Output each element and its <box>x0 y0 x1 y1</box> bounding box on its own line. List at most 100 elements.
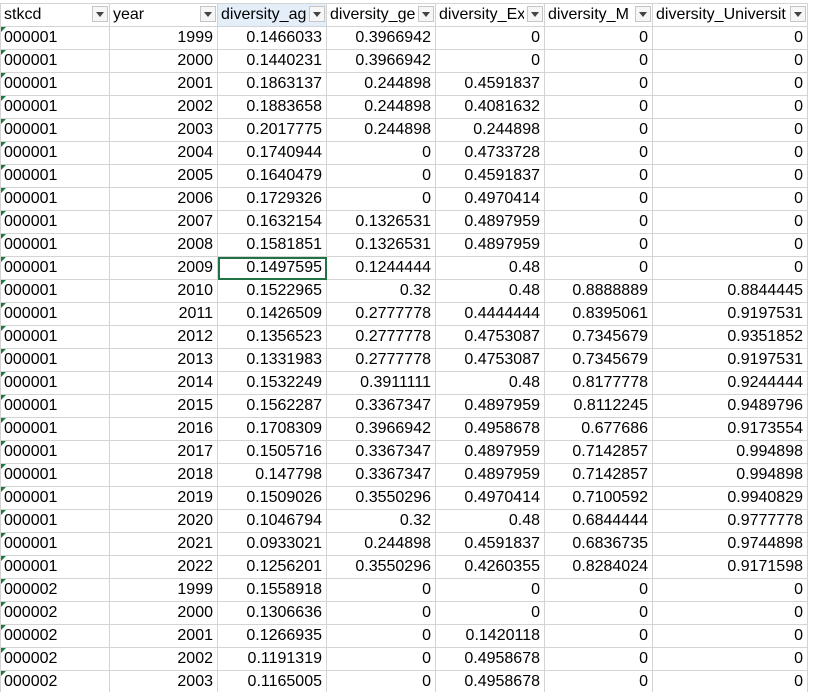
table-cell[interactable]: 0.8395061 <box>544 302 653 326</box>
table-cell[interactable]: 0.147798 <box>217 463 327 487</box>
table-cell[interactable]: 0.244898 <box>326 72 436 96</box>
table-cell[interactable]: 0 <box>435 49 545 73</box>
filter-dropdown-button[interactable] <box>309 6 325 22</box>
table-cell[interactable]: 0.8177778 <box>544 371 653 395</box>
table-cell[interactable]: 2016 <box>109 417 218 441</box>
column-header[interactable]: diversity_ag <box>217 3 327 27</box>
table-cell[interactable]: 000001 <box>0 95 110 119</box>
table-cell[interactable]: 0.1266935 <box>217 624 327 648</box>
table-cell[interactable]: 0.8284024 <box>544 555 653 579</box>
table-cell[interactable]: 0.2777778 <box>326 302 436 326</box>
table-cell[interactable]: 0.1331983 <box>217 348 327 372</box>
table-cell[interactable]: 0.1466033 <box>217 26 327 50</box>
table-cell[interactable]: 0.2777778 <box>326 325 436 349</box>
table-cell[interactable]: 000001 <box>0 279 110 303</box>
table-cell[interactable]: 0.6844444 <box>544 509 653 533</box>
table-cell[interactable]: 000002 <box>0 647 110 671</box>
column-header[interactable]: stkcd <box>0 3 110 27</box>
table-cell[interactable]: 0.8888889 <box>544 279 653 303</box>
filter-dropdown-button[interactable] <box>527 6 543 22</box>
table-cell[interactable]: 0.1708309 <box>217 417 327 441</box>
table-cell[interactable]: 0 <box>435 26 545 50</box>
table-cell[interactable]: 000001 <box>0 49 110 73</box>
column-header[interactable]: diversity_ge <box>326 3 436 27</box>
table-cell[interactable]: 0.677686 <box>544 417 653 441</box>
table-cell[interactable]: 0 <box>544 26 653 50</box>
table-cell[interactable]: 0.0933021 <box>217 532 327 556</box>
table-cell[interactable]: 0.244898 <box>326 532 436 556</box>
table-cell[interactable]: 0 <box>435 578 545 602</box>
table-cell[interactable]: 0.1356523 <box>217 325 327 349</box>
table-cell[interactable]: 0.994898 <box>652 440 808 464</box>
table-cell[interactable]: 0.48 <box>435 256 545 280</box>
table-cell[interactable]: 0 <box>652 233 808 257</box>
table-cell[interactable]: 0 <box>326 141 436 165</box>
table-cell[interactable]: 2019 <box>109 486 218 510</box>
column-header[interactable]: diversity_Ex <box>435 3 545 27</box>
table-cell[interactable]: 0 <box>652 72 808 96</box>
filter-dropdown-button[interactable] <box>92 6 108 22</box>
table-cell[interactable]: 2006 <box>109 187 218 211</box>
table-cell[interactable]: 0.4897959 <box>435 233 545 257</box>
table-cell[interactable]: 0 <box>652 141 808 165</box>
table-cell[interactable]: 000002 <box>0 624 110 648</box>
table-cell[interactable]: 2011 <box>109 302 218 326</box>
table-cell[interactable]: 0.1883658 <box>217 95 327 119</box>
table-cell[interactable]: 0 <box>544 578 653 602</box>
table-cell[interactable]: 0.4897959 <box>435 440 545 464</box>
table-cell[interactable]: 0 <box>544 72 653 96</box>
table-cell[interactable]: 0.244898 <box>326 95 436 119</box>
filter-dropdown-button[interactable] <box>790 6 806 22</box>
table-cell[interactable]: 000001 <box>0 210 110 234</box>
table-cell[interactable]: 0.3367347 <box>326 463 436 487</box>
table-cell[interactable]: 0.9940829 <box>652 486 808 510</box>
table-cell[interactable]: 0 <box>544 49 653 73</box>
table-cell[interactable]: 000002 <box>0 601 110 625</box>
table-cell[interactable]: 2000 <box>109 49 218 73</box>
table-cell[interactable]: 0 <box>652 647 808 671</box>
table-cell[interactable]: 0 <box>326 670 436 692</box>
table-cell[interactable]: 0.7100592 <box>544 486 653 510</box>
table-cell[interactable]: 0.3550296 <box>326 486 436 510</box>
table-cell[interactable]: 0.1191319 <box>217 647 327 671</box>
table-cell[interactable]: 0.3966942 <box>326 417 436 441</box>
table-cell[interactable]: 0 <box>652 624 808 648</box>
table-cell[interactable]: 000001 <box>0 417 110 441</box>
table-cell[interactable]: 0 <box>652 49 808 73</box>
table-cell[interactable]: 0.4591837 <box>435 72 545 96</box>
table-cell[interactable]: 0.3367347 <box>326 440 436 464</box>
table-cell[interactable]: 0 <box>652 210 808 234</box>
table-cell[interactable]: 0 <box>544 624 653 648</box>
table-cell[interactable]: 0.3966942 <box>326 26 436 50</box>
table-cell[interactable]: 0.9197531 <box>652 348 808 372</box>
table-cell[interactable]: 0.4970414 <box>435 187 545 211</box>
table-cell[interactable]: 2002 <box>109 647 218 671</box>
table-cell[interactable]: 0.1532249 <box>217 371 327 395</box>
table-cell[interactable]: 000001 <box>0 72 110 96</box>
table-cell[interactable]: 000002 <box>0 578 110 602</box>
table-cell[interactable]: 0.4958678 <box>435 670 545 692</box>
table-cell[interactable]: 0.48 <box>435 279 545 303</box>
table-cell[interactable]: 0 <box>544 256 653 280</box>
table-cell[interactable]: 0 <box>544 233 653 257</box>
table-cell[interactable]: 000001 <box>0 26 110 50</box>
table-cell[interactable]: 0.1420118 <box>435 624 545 648</box>
table-cell[interactable]: 2003 <box>109 670 218 692</box>
column-header[interactable]: year <box>109 3 218 27</box>
table-cell[interactable]: 2001 <box>109 72 218 96</box>
table-cell[interactable]: 0 <box>652 187 808 211</box>
table-cell[interactable]: 000001 <box>0 532 110 556</box>
table-cell[interactable]: 2022 <box>109 555 218 579</box>
table-cell[interactable]: 000001 <box>0 463 110 487</box>
table-cell[interactable]: 0.1558918 <box>217 578 327 602</box>
table-cell[interactable]: 0.1244444 <box>326 256 436 280</box>
table-cell[interactable]: 0.4753087 <box>435 325 545 349</box>
table-cell[interactable]: 0 <box>652 256 808 280</box>
table-cell[interactable]: 0 <box>326 578 436 602</box>
table-cell[interactable]: 0.32 <box>326 279 436 303</box>
table-cell[interactable]: 0.9489796 <box>652 394 808 418</box>
table-cell[interactable]: 0 <box>544 647 653 671</box>
table-cell[interactable]: 2007 <box>109 210 218 234</box>
table-cell[interactable]: 0.4958678 <box>435 417 545 441</box>
table-cell[interactable]: 0 <box>326 601 436 625</box>
